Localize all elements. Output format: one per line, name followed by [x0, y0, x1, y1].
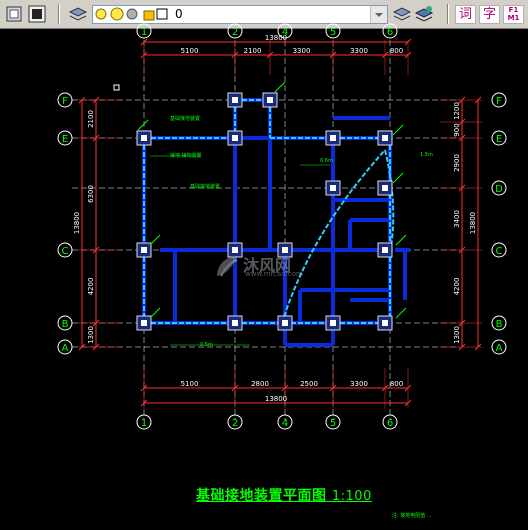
row-axis-label-right: A: [496, 343, 503, 354]
column-axis-label-top: 6: [387, 27, 393, 38]
ground-arrow: [137, 119, 149, 131]
column-core: [232, 320, 238, 326]
watermark-url: www.mfcad.com: [245, 270, 303, 278]
watermark-logo: 沐风网 www.mfcad.com: [213, 252, 323, 282]
column-core: [330, 135, 336, 141]
column-axis-label-top: 2: [232, 27, 238, 38]
dim-text-bottom: 5100: [181, 380, 199, 388]
row-axis-label-left: A: [62, 343, 69, 354]
column-axis-label-bottom: 5: [330, 418, 336, 429]
ground-arrow: [149, 234, 161, 246]
row-axis-label-right: F: [496, 96, 502, 107]
dim-text-bottom: 3300: [350, 380, 368, 388]
dim-text-right: 900: [453, 123, 461, 136]
ground-arrow: [274, 81, 286, 93]
column-core: [330, 185, 336, 191]
dim-text-right-total: 13800: [469, 212, 477, 234]
ground-arrow: [395, 234, 407, 246]
row-axis-label-right: D: [495, 184, 503, 195]
ground-arrow: [395, 307, 407, 319]
drawing-title-text: 基础接地装置平面图: [196, 488, 327, 504]
dim-text-left: 4200: [87, 278, 95, 296]
annotation-note: 基础接地装置: [170, 115, 200, 122]
dim-text-right: 4200: [453, 278, 461, 296]
column-axis-label-top: 1: [141, 27, 147, 38]
column-core: [282, 320, 288, 326]
column-core: [141, 135, 147, 141]
column-core: [141, 320, 147, 326]
dim-text-right: 2900: [453, 154, 461, 172]
dim-text-bottom: 2800: [251, 380, 269, 388]
column-axis-label-top: 5: [330, 27, 336, 38]
column-axis-label-bottom: 2: [232, 418, 238, 429]
dim-text-bottom: 800: [390, 380, 403, 388]
dim-text-top: 3300: [350, 47, 368, 55]
dim-text-top: 2100: [244, 47, 262, 55]
column-core: [382, 247, 388, 253]
dim-text-left: 2100: [87, 110, 95, 128]
row-axis-label-left: E: [62, 134, 68, 145]
annotation-note: 0.6m: [320, 158, 333, 164]
column-axis-label-bottom: 4: [282, 418, 288, 429]
dim-text-top: 5100: [181, 47, 199, 55]
row-axis-label-right: B: [496, 319, 503, 330]
column-axis-label-bottom: 1: [141, 418, 147, 429]
row-axis-label-right: E: [496, 134, 502, 145]
row-axis-label-left: B: [62, 319, 69, 330]
dim-text-top: 3300: [293, 47, 311, 55]
column-core: [330, 320, 336, 326]
annotation-note: 1.5m: [420, 152, 433, 158]
annotation-note: 接地 接地装置: [170, 152, 202, 159]
column-core: [232, 135, 238, 141]
dim-text-bottom: 2500: [300, 380, 318, 388]
row-axis-label-left: F: [62, 96, 68, 107]
drawing-footnote: 注: 接地电阻值 ...: [392, 513, 432, 519]
dim-text-right: 1200: [453, 102, 461, 120]
dim-text-right: 3400: [453, 210, 461, 228]
dim-text-left-total: 13800: [73, 212, 81, 234]
annotation-note: 基础接地装置: [190, 183, 220, 190]
column-core: [141, 247, 147, 253]
dim-text-top-total: 13800: [265, 34, 287, 42]
drawing-marker: [113, 84, 120, 91]
dim-text-bottom-total: 13800: [265, 395, 287, 403]
dim-text-left: 6300: [87, 185, 95, 203]
dim-text-right: 1300: [453, 326, 461, 344]
column-core: [232, 97, 238, 103]
dim-text-top: 800: [390, 47, 403, 55]
drawing-scale: 1:100: [331, 489, 372, 504]
column-axis-label-bottom: 6: [387, 418, 393, 429]
drawing-title: 基础接地装置平面图 1:100: [196, 485, 372, 505]
column-core: [382, 185, 388, 191]
dim-text-left: 1300: [87, 326, 95, 344]
ground-arrow: [149, 307, 161, 319]
ground-arrow: [392, 172, 404, 184]
row-axis-label-left: C: [62, 246, 69, 257]
column-core: [382, 135, 388, 141]
column-core: [267, 97, 273, 103]
column-core: [382, 320, 388, 326]
row-axis-label-right: C: [496, 246, 503, 257]
ground-arrow: [392, 124, 404, 136]
